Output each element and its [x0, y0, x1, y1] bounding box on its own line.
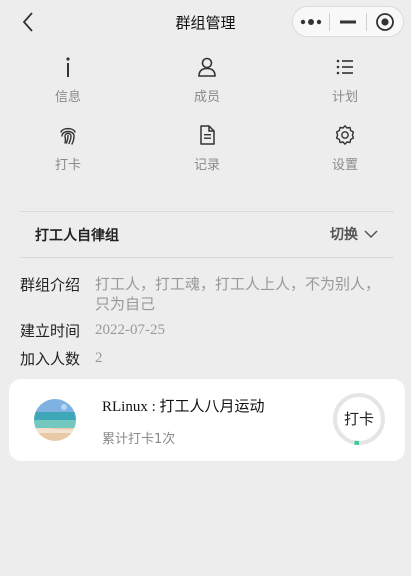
minimize-icon: [340, 20, 356, 23]
members-row: 加入人数 2: [20, 348, 394, 370]
grid-label-plan: 计划: [331, 90, 358, 105]
info-icon: [66, 57, 70, 77]
intro-label: 群组介绍: [20, 276, 81, 294]
minimize-button[interactable]: [330, 7, 366, 36]
intro-row: 群组介绍 打工人，打工魂，打工人上人，不为别人，只为自己: [20, 274, 394, 316]
grid-item-settings[interactable]: 设置: [300, 124, 390, 173]
checkin-label: 打卡: [343, 410, 374, 428]
switch-label: 切换: [330, 227, 358, 243]
card-title: RLinux : 打工人八月运动: [102, 399, 265, 415]
list-icon: [336, 59, 353, 75]
intro-value: 打工人，打工魂，打工人上人，不为别人，只为自己: [95, 275, 381, 313]
members-value: 2: [95, 350, 103, 366]
checkin-button[interactable]: 打卡: [332, 392, 386, 446]
more-dots-icon: [300, 18, 322, 25]
grid-label-info: 信息: [54, 90, 81, 105]
target-close-icon: [376, 12, 394, 31]
avatar: [34, 399, 76, 441]
grid-label-settings: 设置: [331, 158, 358, 173]
close-button[interactable]: [367, 7, 403, 36]
mini-program-capsule: [292, 6, 404, 37]
grid-item-checkin[interactable]: 打卡: [23, 124, 113, 173]
created-label: 建立时间: [20, 322, 81, 340]
fingerprint-icon: [60, 127, 76, 145]
user-icon: [198, 57, 216, 77]
grid-item-info[interactable]: 信息: [23, 56, 113, 105]
beach-photo: [34, 399, 76, 441]
created-row: 建立时间 2022-07-25: [20, 320, 394, 342]
gear-icon: [335, 125, 355, 145]
grid-item-plan[interactable]: 计划: [300, 56, 390, 105]
grid-item-members[interactable]: 成员: [162, 56, 252, 105]
divider: [20, 211, 394, 212]
grid-label-checkin: 打卡: [54, 158, 81, 173]
divider: [20, 257, 394, 258]
nav-bar: 群组管理: [0, 0, 411, 44]
members-label: 加入人数: [20, 350, 81, 368]
group-name: 打工人自律组: [35, 228, 119, 244]
plan-card[interactable]: RLinux : 打工人八月运动 累计打卡1次 打卡: [9, 379, 405, 461]
chevron-down-icon: [364, 230, 378, 239]
switch-group-button[interactable]: 切换: [330, 224, 378, 244]
card-subtitle: 累计打卡1次: [102, 432, 176, 447]
more-button[interactable]: [293, 7, 329, 36]
grid-label-members: 成员: [193, 90, 220, 105]
document-icon: [200, 125, 215, 145]
grid-label-records: 记录: [193, 158, 220, 173]
group-row: 打工人自律组 切换: [20, 213, 394, 255]
grid-item-records[interactable]: 记录: [162, 124, 252, 173]
created-value: 2022-07-25: [95, 322, 165, 338]
